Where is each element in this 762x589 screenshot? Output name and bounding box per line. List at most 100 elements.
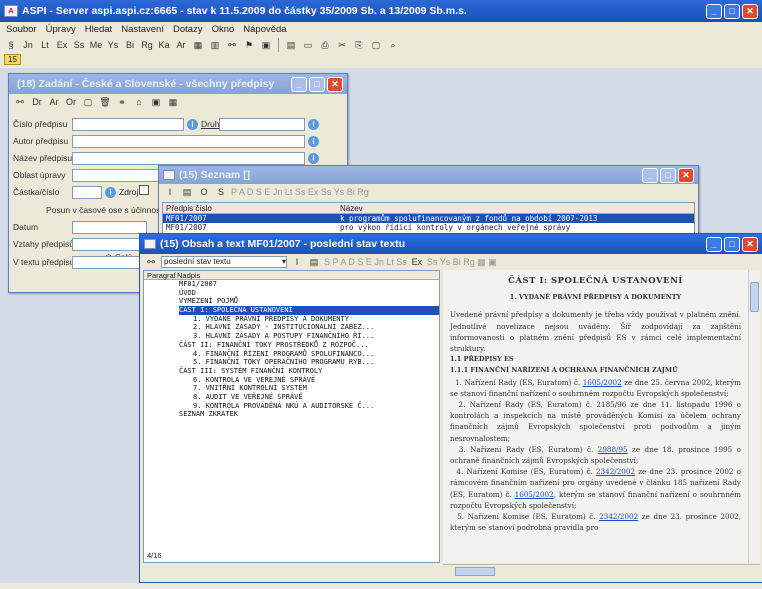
oblast-input[interactable] <box>72 169 172 182</box>
copy-icon[interactable]: ⎘ <box>352 38 366 52</box>
doc-hscrollbar[interactable] <box>443 564 760 578</box>
autor-info-icon[interactable]: i <box>308 136 319 147</box>
document-scrollbar[interactable] <box>748 270 760 563</box>
toolbar-btn-bi[interactable]: Bi <box>123 38 137 52</box>
castka-info-icon[interactable]: i <box>105 187 116 198</box>
search-binoculars-icon[interactable]: ⚯ <box>13 95 27 109</box>
search-link-icon[interactable]: ⚭ <box>115 95 129 109</box>
vztahy-input[interactable] <box>72 238 147 251</box>
search-close-button[interactable]: ✕ <box>327 76 343 92</box>
seznam-col-nazev[interactable]: Název <box>337 203 694 213</box>
toc-item[interactable]: ČÁST I: SPOLEČNÁ USTANOVENÍ <box>179 306 439 315</box>
toc-item[interactable]: 7. VNITŘNÍ KONTROLNÍ SYSTÉM <box>179 384 439 393</box>
toc-item[interactable]: VYMEZENÍ POJMŮ <box>179 297 439 306</box>
toc-item[interactable]: 4. FINANČNÍ ŘÍZENÍ PROGRAMŮ SPOLUFINANCO… <box>179 350 439 359</box>
datum-input[interactable] <box>72 221 147 234</box>
toc-item[interactable]: 8. AUDIT VE VEŘEJNÉ SPRÁVĚ <box>179 393 439 402</box>
toolbar-btn-ka[interactable]: Ka <box>157 38 171 52</box>
seznam-maximize-button[interactable]: □ <box>660 167 676 183</box>
save-icon[interactable]: ▭ <box>301 38 315 52</box>
cislo-info-icon[interactable]: i <box>187 119 198 130</box>
text-ex-icon[interactable]: Ex <box>410 255 424 269</box>
toolbar-btn-rg[interactable]: Rg <box>140 38 154 52</box>
nazev-info-icon[interactable]: i <box>308 153 319 164</box>
text-minimize-button[interactable]: _ <box>706 236 722 252</box>
toc-item[interactable]: 3. HLAVNÍ ZÁSADY A POSTUPY FINANČNÍHO ŘÍ… <box>179 332 439 341</box>
search-paste-icon[interactable]: ▢ <box>81 95 95 109</box>
window-icon[interactable]: ▣ <box>259 38 273 52</box>
toolbar-btn-me[interactable]: Me <box>89 38 103 52</box>
cut-icon[interactable]: ✂ <box>335 38 349 52</box>
paste-icon[interactable]: ▢ <box>369 38 383 52</box>
search-preview-icon[interactable]: ▣ <box>149 95 163 109</box>
flag-icon[interactable]: ⚑ <box>242 38 256 52</box>
seznam-i-icon[interactable]: I <box>163 185 177 199</box>
text-close-button[interactable]: ✕ <box>742 236 758 252</box>
cislo-input[interactable] <box>72 118 184 131</box>
autor-input[interactable] <box>72 135 305 148</box>
doc-link[interactable]: 1605/2002 <box>515 490 554 499</box>
toc-item[interactable]: 5. FINANČNÍ TOKY OPERAČNÍHO PROGRAMU RYB… <box>179 358 439 367</box>
search-maximize-button[interactable]: □ <box>309 76 325 92</box>
text-doc-icon[interactable]: ▤ <box>307 255 321 269</box>
doc-link[interactable]: 2342/2002 <box>599 512 638 521</box>
hscroll-thumb[interactable] <box>455 567 495 576</box>
nazev-input[interactable] <box>72 152 305 165</box>
toolbar-btn-jn[interactable]: Jn <box>21 38 35 52</box>
minimize-button[interactable]: _ <box>706 3 722 19</box>
toc-col-paragraf[interactable]: Paragraf <box>144 271 176 280</box>
toc-item[interactable]: ČÁST II: FINANČNÍ TOKY PROSTŘEDKŮ Z ROZP… <box>179 341 439 350</box>
close-button[interactable]: ✕ <box>742 3 758 19</box>
seznam-s-icon[interactable]: S <box>214 185 228 199</box>
grid-icon[interactable]: ▦ <box>191 38 205 52</box>
toc-item[interactable]: 6. KONTROLA VE VEŘEJNÉ SPRÁVĚ <box>179 376 439 385</box>
toc-item[interactable]: SEZNAM ZKRATEK <box>179 410 439 419</box>
seznam-minimize-button[interactable]: _ <box>642 167 658 183</box>
text-tool-icon[interactable]: ⚯ <box>144 255 158 269</box>
maximize-button[interactable]: □ <box>724 3 740 19</box>
search-delete-icon[interactable]: 🗑 <box>98 95 112 109</box>
text-maximize-button[interactable]: □ <box>724 236 740 252</box>
table-row[interactable]: MF01/2007 pro výkon řídicí kontroly v or… <box>163 223 694 232</box>
menu-hledat[interactable]: Hledat <box>85 24 112 35</box>
new-document-icon[interactable]: ▤ <box>284 38 298 52</box>
toolbar-btn-lt[interactable]: Lt <box>38 38 52 52</box>
text-i-icon[interactable]: I <box>290 255 304 269</box>
toolbar-btn-paragraph[interactable]: § <box>4 38 18 52</box>
castka-input[interactable] <box>72 186 102 199</box>
search-folder-icon[interactable]: ⌂ <box>132 95 146 109</box>
find-icon[interactable]: ⌕ <box>386 38 400 52</box>
search-or-icon[interactable]: Or <box>64 95 78 109</box>
toolbar-btn-ar[interactable]: Ar <box>174 38 188 52</box>
toolbar-btn-ys[interactable]: Ys <box>106 38 120 52</box>
druh-info-icon[interactable]: i <box>308 119 319 130</box>
toolbar-btn-ss[interactable]: Ss <box>72 38 86 52</box>
zdroj-checkbox[interactable] <box>139 185 149 195</box>
toc-item[interactable]: MF01/2007 <box>179 280 439 289</box>
menu-upravy[interactable]: Úpravy <box>46 24 76 35</box>
search-minimize-button[interactable]: _ <box>291 76 307 92</box>
toolbar-btn-ex[interactable]: Ex <box>55 38 69 52</box>
menu-napoveda[interactable]: Nápověda <box>243 24 286 35</box>
menu-dotazy[interactable]: Dotazy <box>173 24 203 35</box>
doc-link[interactable]: 1605/2002 <box>583 378 622 387</box>
seznam-o-icon[interactable]: O <box>197 185 211 199</box>
print-icon[interactable]: ⎙ <box>318 38 332 52</box>
scrollbar-thumb[interactable] <box>750 282 759 312</box>
window-tab[interactable]: 15 <box>4 54 21 65</box>
toc-item[interactable]: ČÁST III: SYSTÉM FINANČNÍ KONTROLY <box>179 367 439 376</box>
seznam-close-button[interactable]: ✕ <box>678 167 694 183</box>
menu-okno[interactable]: Okno <box>212 24 235 35</box>
search-table-icon[interactable]: ▦ <box>166 95 180 109</box>
menu-nastaveni[interactable]: Nastavení <box>121 24 164 35</box>
table-row[interactable]: MF01/2007 k programům spolufinancovaným … <box>163 214 694 223</box>
toc-col-nadpis[interactable]: Nadpis <box>174 271 439 280</box>
binoculars-icon[interactable]: ⚯ <box>225 38 239 52</box>
toc-item[interactable]: 2. HLAVNÍ ZÁSADY - INSTITUCIONÁLNÍ ZABEZ… <box>179 323 439 332</box>
stav-textu-dropdown[interactable]: poslední stav textu ▾ <box>161 256 287 268</box>
layout-icon[interactable]: ▥ <box>208 38 222 52</box>
druh-input[interactable] <box>219 118 305 131</box>
search-dr-icon[interactable]: Dr <box>30 95 44 109</box>
toc-item[interactable]: 9. KONTROLA PROVÁDĚNÁ NKÚ A AUDITORSKÉ Č… <box>179 402 439 411</box>
doc-link[interactable]: 2988/95 <box>598 445 628 454</box>
